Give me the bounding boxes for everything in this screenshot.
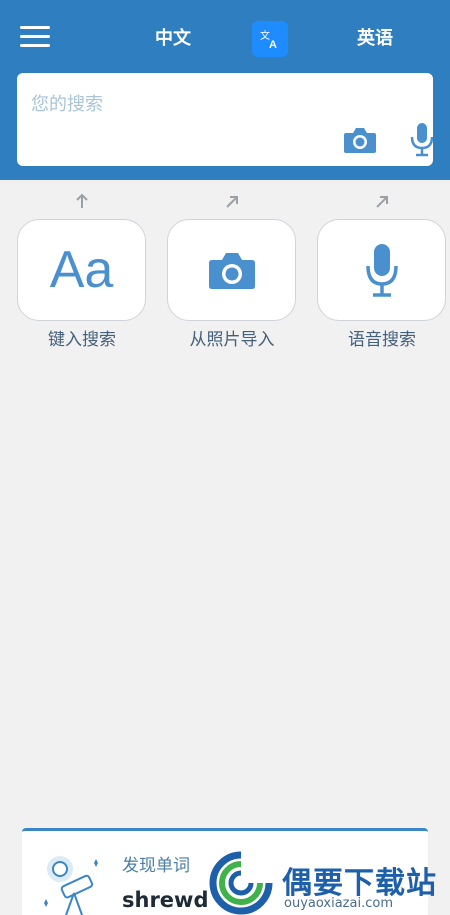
arrow-diagonal-icon [376, 196, 388, 208]
camera-icon [208, 253, 255, 289]
microphone-icon [365, 244, 398, 297]
svg-text:A: A [269, 39, 277, 50]
discover-title: 发现单词 [122, 856, 190, 876]
search-input[interactable] [31, 89, 331, 119]
arrow-up-icon [76, 193, 88, 208]
type-search-label[interactable]: 键入搜索 [2, 325, 162, 350]
watermark: 偶要下载站 ouyaoxiazai.com [208, 850, 450, 915]
discover-word: shrewd [122, 888, 209, 912]
arrow-diagonal-icon [226, 196, 238, 208]
telescope-illustration [44, 856, 98, 915]
search-box [17, 73, 435, 166]
voice-search-label[interactable]: 语音搜索 [302, 325, 450, 350]
microphone-icon[interactable] [409, 121, 435, 157]
watermark-url: ouyaoxiazai.com [284, 896, 393, 911]
hamburger-menu-icon[interactable] [20, 26, 50, 52]
target-language-selector[interactable]: 英语 [357, 27, 393, 51]
photo-import-button[interactable] [167, 219, 296, 321]
translate-icon: 文 A [260, 29, 277, 50]
text-input-icon: Aa [49, 241, 114, 299]
source-language-selector[interactable]: 中文 [155, 27, 191, 51]
photo-import-label[interactable]: 从照片导入 [152, 325, 312, 350]
type-search-button[interactable]: Aa [17, 219, 146, 321]
voice-search-button[interactable] [317, 219, 446, 321]
app-header: 中文 文 A 英语 [0, 0, 450, 180]
camera-icon[interactable] [343, 125, 377, 155]
swap-language-button[interactable]: 文 A [252, 21, 288, 57]
watermark-logo-icon [209, 851, 273, 915]
